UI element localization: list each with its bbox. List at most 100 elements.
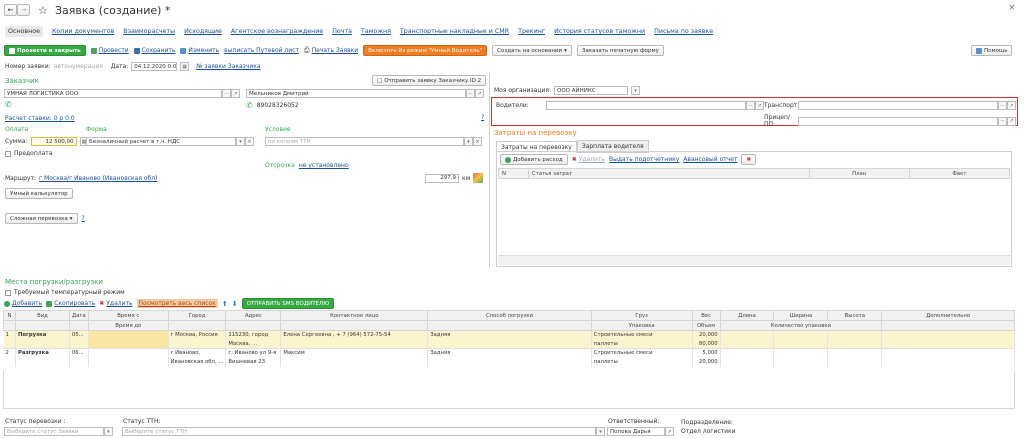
open-link-icon[interactable]: ↗ [475, 89, 484, 98]
copy-icon [46, 300, 53, 307]
responsible-field[interactable]: Попова Дарья [607, 427, 665, 436]
complex-transport-button[interactable]: Сложная перевозка ▾ [5, 213, 78, 224]
map-icon[interactable] [473, 173, 484, 183]
phone-icon[interactable]: ✆ [246, 101, 253, 110]
tab-main[interactable]: Основное [5, 26, 43, 37]
save-button[interactable]: Сохранить [133, 47, 175, 54]
add-expense-button[interactable]: Добавить расход [500, 154, 568, 165]
condition-field[interactable]: по копиям ТТН [265, 137, 464, 146]
date-field[interactable]: 04.12.2020 0:0 [131, 62, 178, 71]
km-unit: км [462, 174, 471, 182]
forward-button[interactable]: → [17, 4, 30, 16]
status-field[interactable]: Выберите статус Заявки [4, 427, 104, 436]
print-button[interactable]: ⎙ Печать Заявки [304, 46, 358, 55]
post-button[interactable]: Провести [90, 47, 129, 54]
tab-letters[interactable]: Письма по заявке [654, 28, 713, 35]
cell-volume: 80,000 [692, 339, 721, 349]
copy-place-button[interactable]: Скопировать [46, 300, 95, 307]
table-empty-area [3, 371, 1015, 409]
table-row[interactable]: 2 Разгрузка 06... г Иваново, г. Иваново … [3, 348, 1015, 358]
smart-driver-button[interactable]: Включить Из режим "Умный Водитель" [363, 45, 488, 56]
advance-report-link[interactable]: Авансовый отчет [683, 156, 737, 163]
tab-settlements[interactable]: Взаиморасчеты [123, 28, 175, 35]
col-kind: Вид [14, 310, 70, 321]
calendar-icon[interactable]: ▦ [180, 62, 190, 71]
dropdown-icon[interactable]: ⋯ [466, 89, 475, 98]
number-field[interactable]: автонумерация [54, 63, 108, 70]
help-question-icon[interactable]: ? [481, 114, 484, 121]
cell-weight: 5,000 [692, 348, 721, 358]
distance-field[interactable]: 297,9 [425, 173, 459, 183]
tab-mail[interactable]: Почта [332, 28, 352, 35]
close-icon[interactable]: × [1008, 3, 1016, 13]
view-all-button[interactable]: Посмотреть весь список [136, 299, 218, 308]
dropdown-icon[interactable]: ▾ [464, 137, 473, 146]
clear-icon[interactable]: × [245, 137, 254, 146]
loading-toolbar: Добавить Скопировать ✖ Удалить Посмотрет… [4, 298, 335, 309]
transport-field[interactable] [798, 101, 998, 110]
ttn-status-field[interactable]: Выберите статус ТТН [122, 427, 596, 436]
dropdown-icon[interactable]: ⋯ [222, 89, 231, 98]
loading-table: N Вид Дата Время с Город Адрес Контактно… [3, 310, 1015, 367]
order-form-button[interactable]: Заказать печатную форму [576, 45, 664, 56]
send-to-customer-button[interactable]: □ Отправить заявку Заказчику ID 2 [372, 75, 487, 86]
delete-expense-button[interactable]: ✖ Удалить [572, 156, 605, 163]
dropdown-icon[interactable]: ▾ [596, 427, 605, 436]
smart-calculator-button[interactable]: Умный калькулятор [5, 188, 73, 199]
open-link-icon[interactable]: ↗ [1007, 101, 1016, 110]
help-question-icon[interactable]: ? [82, 215, 85, 222]
rate-calc-link[interactable]: Расчет ставки: 0 р 0.0 [5, 115, 75, 122]
open-link-icon[interactable]: ↗ [755, 101, 764, 110]
dropdown-icon[interactable]: ⋯ [746, 101, 755, 110]
phone-icon[interactable]: ✆ [5, 100, 12, 109]
transport-label: Транспорт: [764, 102, 800, 109]
issue-accountable-link[interactable]: Выдать подотчетнику [609, 156, 679, 163]
arrow-up-icon[interactable]: ⬆ [222, 300, 228, 308]
post-close-button[interactable]: Провести и закрыть [4, 45, 86, 56]
tab-customs-history[interactable]: История статусов таможни [554, 28, 645, 35]
help-button[interactable]: Помощь [971, 45, 1013, 56]
drivers-field[interactable] [546, 101, 746, 110]
col-time-to: Время до [87, 320, 169, 331]
arrow-down-icon[interactable]: ⬇ [232, 300, 238, 308]
tab-outgoing[interactable]: Исходящие [184, 28, 222, 35]
table-row-sub[interactable]: Москва, ... паллеты 80,000 [3, 339, 1015, 349]
delay-value-link[interactable]: не установлено [299, 162, 349, 169]
change-button[interactable]: Изменить [180, 47, 219, 54]
add-place-button[interactable]: Добавить [4, 300, 42, 307]
delete-place-button[interactable]: ✖ Удалить [99, 300, 132, 307]
tab-agent-fee[interactable]: Агентское вознаграждение [231, 28, 323, 35]
create-basis-button[interactable]: Создать на основании ▾ [492, 45, 572, 56]
dropdown-icon[interactable]: ▾ [104, 427, 113, 436]
tab-doc-copies[interactable]: Копии документов [52, 28, 114, 35]
waybill-button[interactable]: выписать Путевой лист [224, 47, 299, 54]
trailer-field[interactable] [798, 116, 998, 126]
open-link-icon[interactable]: ↗ [1007, 116, 1016, 126]
org-field[interactable]: ООО АЙНИКС [553, 86, 628, 95]
table-row[interactable]: 1 Погрузка 05... г Москва, Россия 115230… [3, 330, 1015, 340]
dropdown-icon[interactable]: ▾ [236, 137, 245, 146]
table-row-sub[interactable]: Ивановская обл, ... Вишневая 23 паллеты … [3, 357, 1015, 367]
send-sms-button[interactable]: ОТПРАВИТЬ SMS ВОДИТЕЛЮ [241, 298, 335, 309]
prepay-checkbox[interactable] [5, 150, 11, 157]
dropdown-icon[interactable]: ⋯ [998, 101, 1007, 110]
temp-checkbox[interactable] [5, 289, 11, 296]
payment-form-field[interactable]: Безналичный расчет в т.ч. НДС [86, 137, 236, 146]
clear-button[interactable]: ✖ [741, 154, 757, 165]
cell-time[interactable] [88, 330, 169, 340]
star-icon[interactable]: ☆ [38, 4, 48, 17]
route-link[interactable]: г Москва/г Иваново (Ивановская обл) [39, 175, 157, 182]
open-link-icon[interactable]: ↗ [665, 427, 674, 436]
client-number-link[interactable]: № заявки Заказчика [196, 63, 260, 70]
clear-icon[interactable]: × [473, 137, 482, 146]
tab-tracking[interactable]: Трекинг [518, 28, 545, 35]
sum-field[interactable]: 12 500,00 [30, 137, 77, 146]
tab-customs[interactable]: Таможня [361, 28, 391, 35]
customer-name-field[interactable]: УМНАЯ ЛОГИСТИКА ООО [4, 89, 222, 98]
contact-field[interactable]: Мельников Дмитрий [246, 89, 466, 98]
dropdown-icon[interactable]: ⋯ [998, 116, 1007, 126]
open-link-icon[interactable]: ↗ [231, 89, 240, 98]
tab-waybills[interactable]: Транспортные накладные и CMR [400, 28, 509, 35]
back-button[interactable]: ← [4, 4, 17, 16]
dropdown-icon[interactable]: ▾ [630, 86, 640, 95]
